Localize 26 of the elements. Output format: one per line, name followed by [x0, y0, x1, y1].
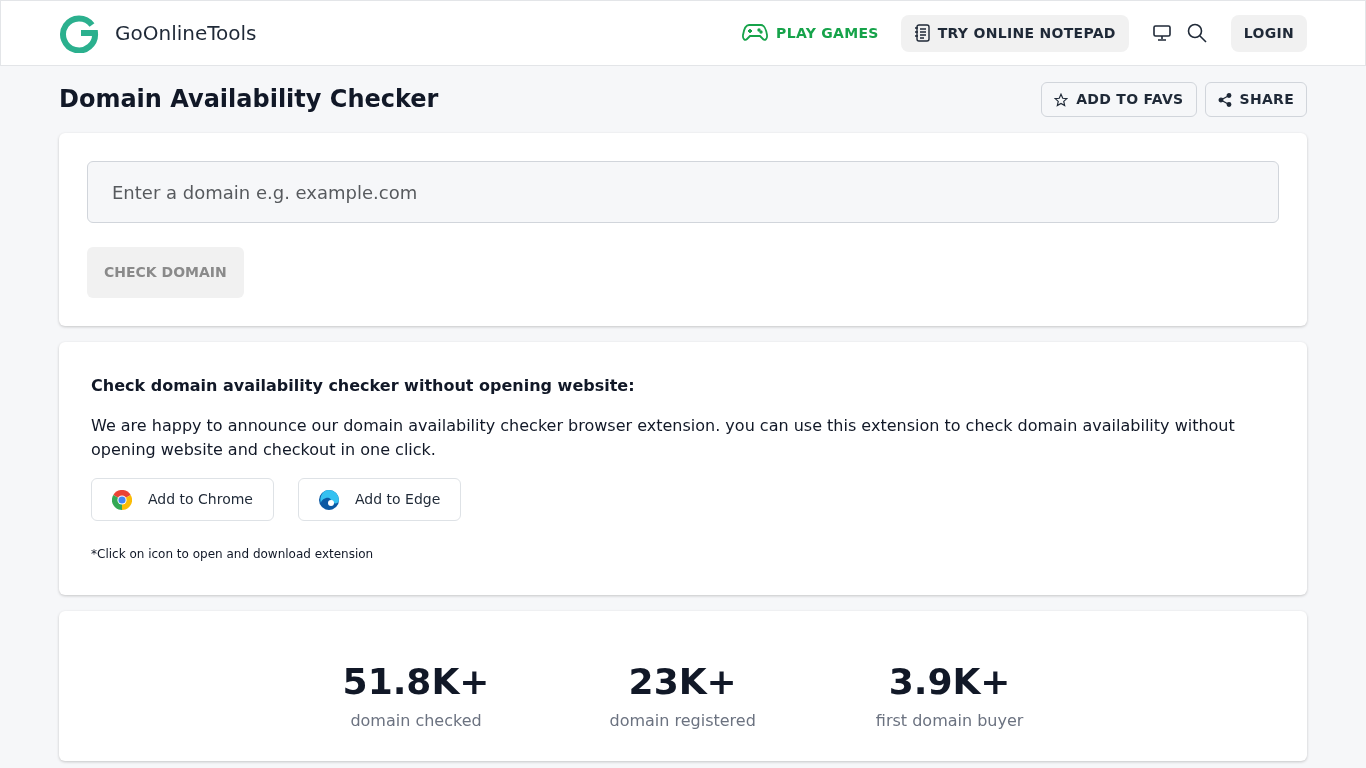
- search-icon[interactable]: [1186, 21, 1207, 45]
- stat-value: 23K+: [627, 660, 738, 704]
- page-title: Domain Availability Checker: [59, 85, 439, 114]
- stat-label: domain checked: [349, 710, 483, 732]
- favorites-button[interactable]: ADD TO FAVS: [1041, 82, 1197, 117]
- share-button[interactable]: SHARE: [1204, 82, 1307, 117]
- share-icon: [1217, 92, 1232, 107]
- notepad-icon: [913, 24, 930, 42]
- star-icon: [1054, 92, 1069, 107]
- domain-input[interactable]: Enter a domain e.g. example.com: [87, 161, 1279, 223]
- site-name[interactable]: GoOnlineTools: [115, 18, 257, 48]
- stat-value: 3.9K+: [887, 660, 1012, 704]
- chrome-icon: [112, 489, 132, 510]
- edge-icon: [319, 489, 339, 510]
- stat-value: 51.8K+: [342, 660, 490, 704]
- extension-note: *Click on icon to open and download extension: [91, 546, 375, 563]
- gamepad-icon: [742, 23, 769, 43]
- logo-icon: [59, 13, 99, 53]
- edge-extension-button[interactable]: Add to Edge: [298, 478, 462, 521]
- extension-description: We are happy to announce our domain availability checker browser extension. you can use this extension to check domain availability without opening website and checkout in one click.: [91, 415, 1236, 461]
- chrome-extension-button[interactable]: Add to Chrome: [91, 478, 274, 521]
- notepad-button[interactable]: TRY ONLINE NOTEPAD: [900, 14, 1129, 52]
- login-button[interactable]: LOGIN: [1230, 14, 1307, 52]
- stat-label: domain registered: [609, 710, 756, 732]
- extension-heading: Check domain availability checker without opening website:: [91, 375, 636, 397]
- stat-label: first domain buyer: [875, 710, 1024, 732]
